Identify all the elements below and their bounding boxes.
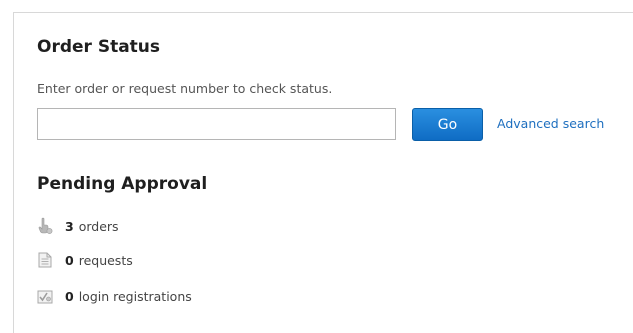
pending-orders-count: 3 <box>65 218 74 234</box>
pending-requests-count: 0 <box>65 252 74 268</box>
hand-pointer-icon <box>37 217 53 234</box>
order-number-input[interactable] <box>37 108 396 140</box>
order-lookup-hint: Enter order or request number to check s… <box>37 81 333 96</box>
pending-requests-label: requests <box>78 252 133 268</box>
order-status-panel: Order Status Enter order or request numb… <box>13 12 633 333</box>
pending-approval-title: Pending Approval <box>37 174 208 194</box>
go-button[interactable]: Go <box>412 108 483 141</box>
advanced-search-link[interactable]: Advanced search <box>497 116 604 131</box>
pending-logins-label: login registrations <box>78 288 192 304</box>
pending-orders-item[interactable]: 3 orders <box>37 217 119 234</box>
go-button-label: Go <box>437 116 458 133</box>
user-check-icon <box>37 288 53 304</box>
pending-orders-label: orders <box>78 218 119 234</box>
order-status-title: Order Status <box>37 37 161 57</box>
pending-logins-count: 0 <box>65 288 74 304</box>
pending-requests-item[interactable]: 0 requests <box>37 252 133 268</box>
pending-login-registrations-item[interactable]: 0 login registrations <box>37 288 192 304</box>
document-list-icon <box>37 252 53 268</box>
